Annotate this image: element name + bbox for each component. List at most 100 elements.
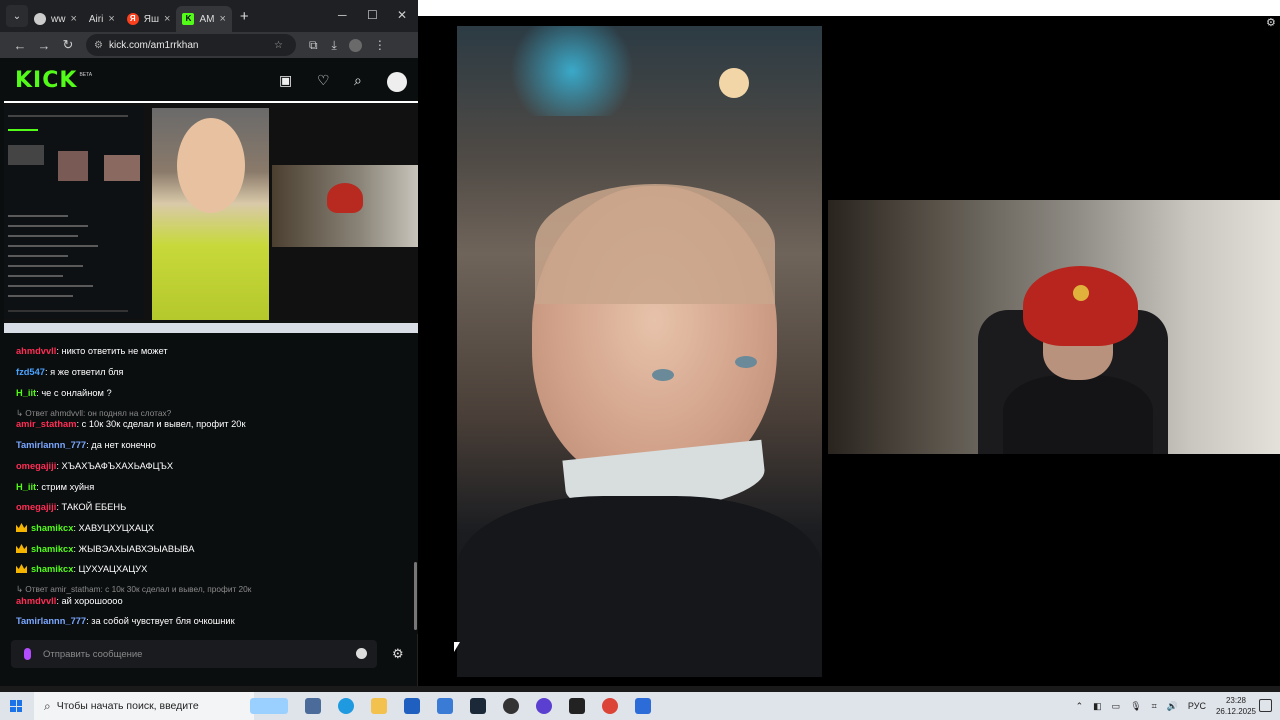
microphone-tray-icon[interactable]: 🎙 (1130, 701, 1141, 712)
crown-badge-icon (16, 523, 27, 532)
chat-text: : с 10к 30к сделал и вывел, профит 20к (76, 419, 246, 429)
tab-3[interactable]: K AM × (176, 6, 232, 32)
search-icon[interactable]: ⌕ (354, 72, 362, 89)
tab-1[interactable]: Airi × (83, 6, 121, 32)
obs-icon[interactable] (503, 698, 519, 714)
edge-icon[interactable] (338, 698, 354, 714)
new-tab-button[interactable]: + (240, 8, 249, 25)
profile-avatar[interactable] (348, 38, 362, 52)
volume-icon[interactable]: 🔊 (1167, 701, 1178, 712)
url-field[interactable]: ⚙ kick.com/am1rrkhan (86, 34, 296, 56)
close-icon[interactable]: × (164, 13, 170, 25)
microphone-icon[interactable] (24, 648, 31, 660)
chat-scrollbar[interactable] (414, 562, 417, 630)
kick-header: KICK BETA ▣ ♡ ⌕ (0, 58, 418, 102)
app-purple-icon[interactable] (536, 698, 552, 714)
clock-date: 26.12.2025 (1215, 707, 1256, 716)
close-icon[interactable]: × (219, 13, 225, 25)
battery-icon[interactable]: ▭ (1112, 701, 1121, 712)
chat-username[interactable]: H_iit (16, 388, 36, 398)
address-bar: ← → ↻ ⚙ kick.com/am1rrkhan ☆ ⧉ ⤓ ⋮ (0, 32, 418, 58)
reload-icon[interactable]: ↻ (56, 37, 80, 53)
back-icon[interactable]: ← (8, 38, 32, 53)
tab-2[interactable]: Я Яш × (121, 6, 177, 32)
chat-username[interactable]: ahmdvvll (16, 346, 56, 356)
v2-icon[interactable] (569, 698, 585, 714)
chat-reply-context: ↳ Ответ amir_statham: с 10к 30к сделал и… (16, 584, 252, 594)
task-view-icon[interactable] (305, 698, 321, 714)
store-icon[interactable] (404, 698, 420, 714)
chat-username[interactable]: Tamirlannn_777 (16, 440, 86, 450)
system-tray: ⌃ ◧ ▭ 🎙 ⌗ 🔊 РУС 23:28 26.12.2025 (1076, 692, 1280, 720)
chat-panel: ahmdvvll: никто ответить не может fzd547:… (0, 334, 418, 634)
chat-text: : ЦУХУАЦХАЦУХ (73, 564, 148, 574)
chat-message: amir_statham: с 10к 30к сделал и вывел, … (16, 419, 246, 429)
menu-icon[interactable]: ⋮ (374, 38, 386, 52)
chat-username[interactable]: Tamirlannn_777 (16, 616, 86, 626)
close-icon[interactable]: × (108, 13, 114, 25)
tab-search-button[interactable]: ⌄ (6, 5, 28, 27)
minimize-icon[interactable]: ─ (338, 8, 347, 22)
beta-label: BETA (79, 72, 93, 78)
webcam-overlay (828, 200, 1280, 454)
emoji-icon[interactable] (356, 648, 367, 659)
chat-message: shamikcx: ХАВУЦХУЦХАЦХ (16, 523, 154, 533)
app-monitor-icon[interactable] (635, 698, 651, 714)
forward-icon[interactable]: → (32, 38, 56, 53)
tab-0[interactable]: ww × (28, 6, 83, 32)
clock-time: 23:28 (1225, 696, 1246, 705)
windows-taskbar: ⌕ Чтобы начать поиск, введите ⌃ ◧ ▭ 🎙 ⌗ … (0, 692, 1280, 720)
chat-username[interactable]: fzd547 (16, 367, 45, 377)
extensions-icon[interactable]: ⧉ (309, 38, 318, 53)
bookmark-star-icon[interactable]: ☆ (274, 40, 283, 51)
close-icon[interactable]: × (70, 13, 76, 25)
chat-text: : за собой чувствует бля очкошник (86, 616, 235, 626)
download-icon[interactable]: ⤓ (332, 38, 337, 53)
chat-username[interactable]: omegajiji (16, 502, 56, 512)
chat-username[interactable]: H_iit (16, 482, 36, 492)
chat-message: shamikcx: ЖЫВЭАХЫАВХЭЫАВЫВА (16, 544, 194, 554)
following-icon[interactable]: ▣ (279, 72, 292, 89)
close-window-icon[interactable]: ✕ (397, 8, 407, 22)
app-tray-icon[interactable]: ◧ (1093, 701, 1102, 712)
notifications-icon[interactable] (1259, 699, 1272, 712)
tab-bar: ⌄ ww × Airi × Я Яш × K AM × + ─ ☐ ✕ (0, 0, 418, 32)
chat-username[interactable]: shamikcx (31, 523, 73, 533)
chrome-icon[interactable] (602, 698, 618, 714)
explorer-icon[interactable] (371, 698, 387, 714)
chat-message: omegajiji: ТАКОЙ ЕБЕНЬ (16, 502, 126, 512)
heart-icon[interactable]: ♡ (317, 72, 330, 89)
chat-input-placeholder: Отправить сообщение (43, 648, 143, 660)
app-icon[interactable] (437, 698, 453, 714)
kick-icon: K (182, 13, 195, 25)
chat-username[interactable]: shamikcx (31, 544, 73, 554)
chat-message: Tamirlannn_777: за собой чувствует бля о… (16, 616, 235, 626)
nested-browser-capture (4, 105, 144, 319)
chat-settings-icon[interactable]: ⚙ (392, 646, 404, 662)
chat-message: H_iit: че с онлайном ? (16, 388, 112, 398)
browser-window: ⌄ ww × Airi × Я Яш × K AM × + ─ ☐ ✕ ← → … (0, 0, 418, 686)
chevron-up-icon[interactable]: ⌃ (1076, 701, 1084, 712)
kick-logo[interactable]: KICK (15, 68, 77, 93)
chat-username[interactable]: ahmdvvll (16, 596, 56, 606)
network-icon[interactable]: ⌗ (1152, 701, 1157, 712)
user-avatar[interactable] (387, 72, 407, 92)
maximize-icon[interactable]: ☐ (367, 8, 378, 22)
chat-username[interactable]: omegajiji (16, 461, 56, 471)
stream-capture (4, 101, 418, 333)
language-indicator[interactable]: РУС (1188, 701, 1206, 711)
steam-icon[interactable] (470, 698, 486, 714)
windows-start-icon[interactable] (10, 700, 22, 712)
chat-text: : ХЪАХЪАФЪХАХЬАФЦЪХ (56, 461, 174, 471)
clock[interactable]: 23:28 26.12.2025 (1216, 695, 1256, 717)
chat-username[interactable]: amir_statham (16, 419, 76, 429)
widgets-icon[interactable] (250, 698, 288, 714)
chat-username[interactable]: shamikcx (31, 564, 73, 574)
taskbar-search[interactable]: ⌕ Чтобы начать поиск, введите (34, 692, 254, 720)
chat-input[interactable]: Отправить сообщение (11, 640, 377, 668)
chat-text: : ЖЫВЭАХЫАВХЭЫАВЫВА (73, 544, 195, 554)
chat-message: shamikcx: ЦУХУАЦХАЦУХ (16, 564, 147, 574)
settings-icon[interactable]: ⚙ (1266, 16, 1276, 29)
crown-badge-icon (16, 544, 27, 553)
site-info-icon[interactable]: ⚙ (94, 40, 103, 51)
